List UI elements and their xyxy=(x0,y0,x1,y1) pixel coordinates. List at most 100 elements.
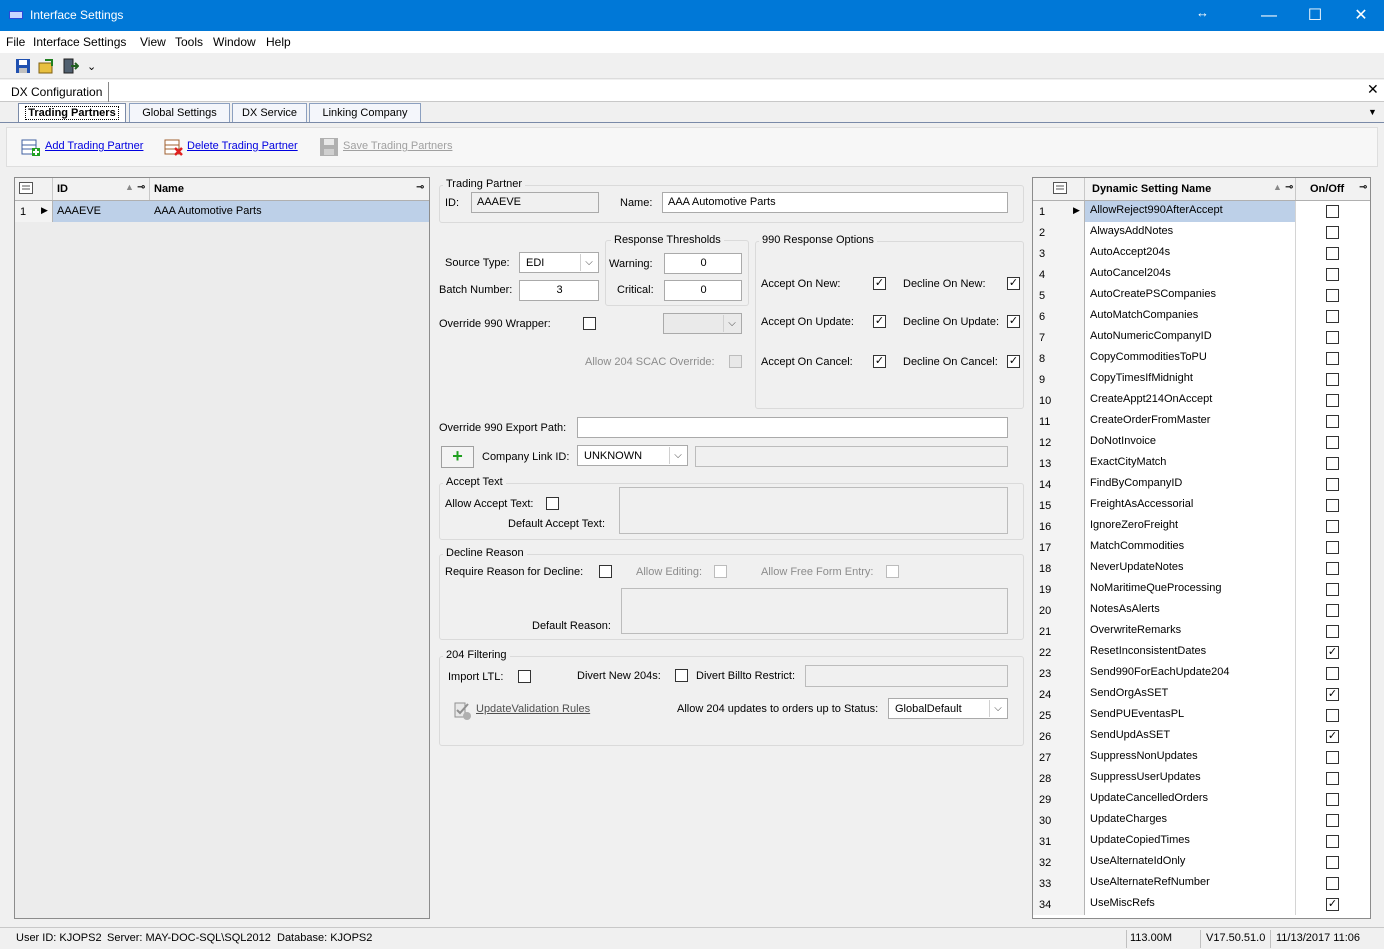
table-row[interactable]: 7 AutoNumericCompanyID xyxy=(1033,327,1370,348)
table-row[interactable]: 28 SuppressUserUpdates xyxy=(1033,768,1370,789)
table-row[interactable]: 8 CopyCommoditiesToPU xyxy=(1033,348,1370,369)
setting-toggle-checkbox[interactable] xyxy=(1326,268,1339,281)
delete-trading-partner-link[interactable]: Delete Trading Partner xyxy=(187,140,298,152)
setting-toggle-checkbox[interactable] xyxy=(1326,856,1339,869)
table-row[interactable]: 17 MatchCommodities xyxy=(1033,537,1370,558)
table-row[interactable]: 25 SendPUEventasPL xyxy=(1033,705,1370,726)
tab-linking-company[interactable]: Linking Company xyxy=(309,103,421,122)
setting-toggle-checkbox[interactable] xyxy=(1326,478,1339,491)
validation-rules-icon[interactable] xyxy=(451,699,473,721)
setting-toggle-checkbox[interactable]: ✓ xyxy=(1326,688,1339,701)
table-row[interactable]: 32 UseAlternateIdOnly xyxy=(1033,852,1370,873)
table-row[interactable]: 16 IgnoreZeroFreight xyxy=(1033,516,1370,537)
pin-icon[interactable]: ⊸ xyxy=(1359,182,1367,193)
warning-field[interactable]: 0 xyxy=(664,253,742,274)
table-row[interactable]: 10 CreateAppt214OnAccept xyxy=(1033,390,1370,411)
table-row[interactable]: 5 AutoCreatePSCompanies xyxy=(1033,285,1370,306)
partner-id-field[interactable]: AAAEVE xyxy=(471,192,599,213)
setting-toggle-checkbox[interactable] xyxy=(1326,835,1339,848)
table-row[interactable]: 9 CopyTimesIfMidnight xyxy=(1033,369,1370,390)
table-row[interactable]: 13 ExactCityMatch xyxy=(1033,453,1370,474)
doc-close-icon[interactable]: ✕ xyxy=(1367,81,1379,98)
setting-toggle-checkbox[interactable] xyxy=(1326,352,1339,365)
setting-toggle-checkbox[interactable] xyxy=(1326,814,1339,827)
menu-help[interactable]: Help xyxy=(266,35,291,49)
save-icon[interactable] xyxy=(14,57,32,75)
require-reason-checkbox[interactable] xyxy=(599,565,612,578)
setting-toggle-checkbox[interactable] xyxy=(1326,541,1339,554)
column-header-onoff[interactable]: On/Off ⊸ xyxy=(1296,178,1370,200)
setting-toggle-checkbox[interactable] xyxy=(1326,457,1339,470)
setting-toggle-checkbox[interactable] xyxy=(1326,247,1339,260)
minimize-button[interactable]: — xyxy=(1246,0,1292,31)
close-button[interactable]: ✕ xyxy=(1338,0,1384,31)
source-type-dropdown[interactable]: EDI ⌵ xyxy=(519,252,599,273)
table-row[interactable]: 2 AlwaysAddNotes xyxy=(1033,222,1370,243)
menu-view[interactable]: View xyxy=(140,35,166,49)
column-chooser-icon[interactable] xyxy=(1033,178,1085,200)
add-partner-icon[interactable] xyxy=(21,137,41,157)
setting-toggle-checkbox[interactable] xyxy=(1326,562,1339,575)
export-icon[interactable] xyxy=(37,57,55,75)
table-row[interactable]: 26 SendUpdAsSET ✓ xyxy=(1033,726,1370,747)
tab-dx-service[interactable]: DX Service xyxy=(232,103,307,122)
table-row[interactable]: 21 OverwriteRemarks xyxy=(1033,621,1370,642)
accept-on-update-checkbox[interactable]: ✓ xyxy=(873,315,886,328)
setting-toggle-checkbox[interactable] xyxy=(1326,373,1339,386)
setting-toggle-checkbox[interactable] xyxy=(1326,499,1339,512)
table-row[interactable]: 6 AutoMatchCompanies xyxy=(1033,306,1370,327)
divert-new-checkbox[interactable] xyxy=(675,669,688,682)
exit-icon[interactable] xyxy=(61,57,80,75)
setting-toggle-checkbox[interactable] xyxy=(1326,625,1339,638)
table-row[interactable]: 34 UseMiscRefs ✓ xyxy=(1033,894,1370,915)
table-row[interactable]: 11 CreateOrderFromMaster xyxy=(1033,411,1370,432)
setting-toggle-checkbox[interactable] xyxy=(1326,583,1339,596)
setting-toggle-checkbox[interactable] xyxy=(1326,310,1339,323)
accept-on-new-checkbox[interactable]: ✓ xyxy=(873,277,886,290)
setting-toggle-checkbox[interactable] xyxy=(1326,226,1339,239)
setting-toggle-checkbox[interactable] xyxy=(1326,709,1339,722)
setting-toggle-checkbox[interactable]: ✓ xyxy=(1326,646,1339,659)
update-validation-rules-link[interactable]: UpdateValidation Rules xyxy=(476,703,590,715)
table-row[interactable]: 19 NoMaritimeQueProcessing xyxy=(1033,579,1370,600)
add-trading-partner-link[interactable]: Add Trading Partner xyxy=(45,140,143,152)
table-row[interactable]: 3 AutoAccept204s xyxy=(1033,243,1370,264)
table-row[interactable]: 20 NotesAsAlerts xyxy=(1033,600,1370,621)
column-header-name[interactable]: Name ⊸ xyxy=(150,178,429,200)
table-row[interactable]: 27 SuppressNonUpdates xyxy=(1033,747,1370,768)
tab-dropdown-icon[interactable]: ▼ xyxy=(1368,107,1377,117)
table-row[interactable]: 18 NeverUpdateNotes xyxy=(1033,558,1370,579)
table-row[interactable]: 4 AutoCancel204s xyxy=(1033,264,1370,285)
accept-on-cancel-checkbox[interactable]: ✓ xyxy=(873,355,886,368)
menu-file[interactable]: File xyxy=(6,35,25,49)
column-header-id[interactable]: ID ▲ ⊸ xyxy=(53,178,150,200)
setting-toggle-checkbox[interactable] xyxy=(1326,520,1339,533)
setting-toggle-checkbox[interactable] xyxy=(1326,436,1339,449)
table-row[interactable]: 23 Send990ForEachUpdate204 xyxy=(1033,663,1370,684)
column-header-setting-name[interactable]: Dynamic Setting Name ▲ ⊸ xyxy=(1085,178,1296,200)
toolbar-overflow-icon[interactable]: ⌄ xyxy=(87,60,96,73)
setting-toggle-checkbox[interactable] xyxy=(1326,772,1339,785)
table-row[interactable]: 33 UseAlternateRefNumber xyxy=(1033,873,1370,894)
pin-icon[interactable]: ⊸ xyxy=(137,182,145,193)
pin-icon[interactable]: ⊸ xyxy=(416,182,424,193)
pin-icon[interactable]: ⊸ xyxy=(1285,182,1293,193)
partner-name-field[interactable]: AAA Automotive Parts xyxy=(662,192,1008,213)
menu-window[interactable]: Window xyxy=(213,35,256,49)
table-row[interactable]: 24 SendOrgAsSET ✓ xyxy=(1033,684,1370,705)
add-company-link-button[interactable]: + xyxy=(441,446,474,468)
menu-interface-settings[interactable]: Interface Settings xyxy=(33,35,126,49)
setting-toggle-checkbox[interactable] xyxy=(1326,667,1339,680)
setting-toggle-checkbox[interactable] xyxy=(1326,394,1339,407)
setting-toggle-checkbox[interactable] xyxy=(1326,415,1339,428)
table-row[interactable]: 30 UpdateCharges xyxy=(1033,810,1370,831)
table-row[interactable]: 12 DoNotInvoice xyxy=(1033,432,1370,453)
table-row[interactable]: 14 FindByCompanyID xyxy=(1033,474,1370,495)
setting-toggle-checkbox[interactable] xyxy=(1326,205,1339,218)
critical-field[interactable]: 0 xyxy=(664,280,742,301)
company-link-dropdown[interactable]: UNKNOWN ⌵ xyxy=(577,445,688,466)
setting-toggle-checkbox[interactable] xyxy=(1326,793,1339,806)
setting-toggle-checkbox[interactable] xyxy=(1326,751,1339,764)
table-row[interactable]: 29 UpdateCancelledOrders xyxy=(1033,789,1370,810)
import-ltl-checkbox[interactable] xyxy=(518,670,531,683)
